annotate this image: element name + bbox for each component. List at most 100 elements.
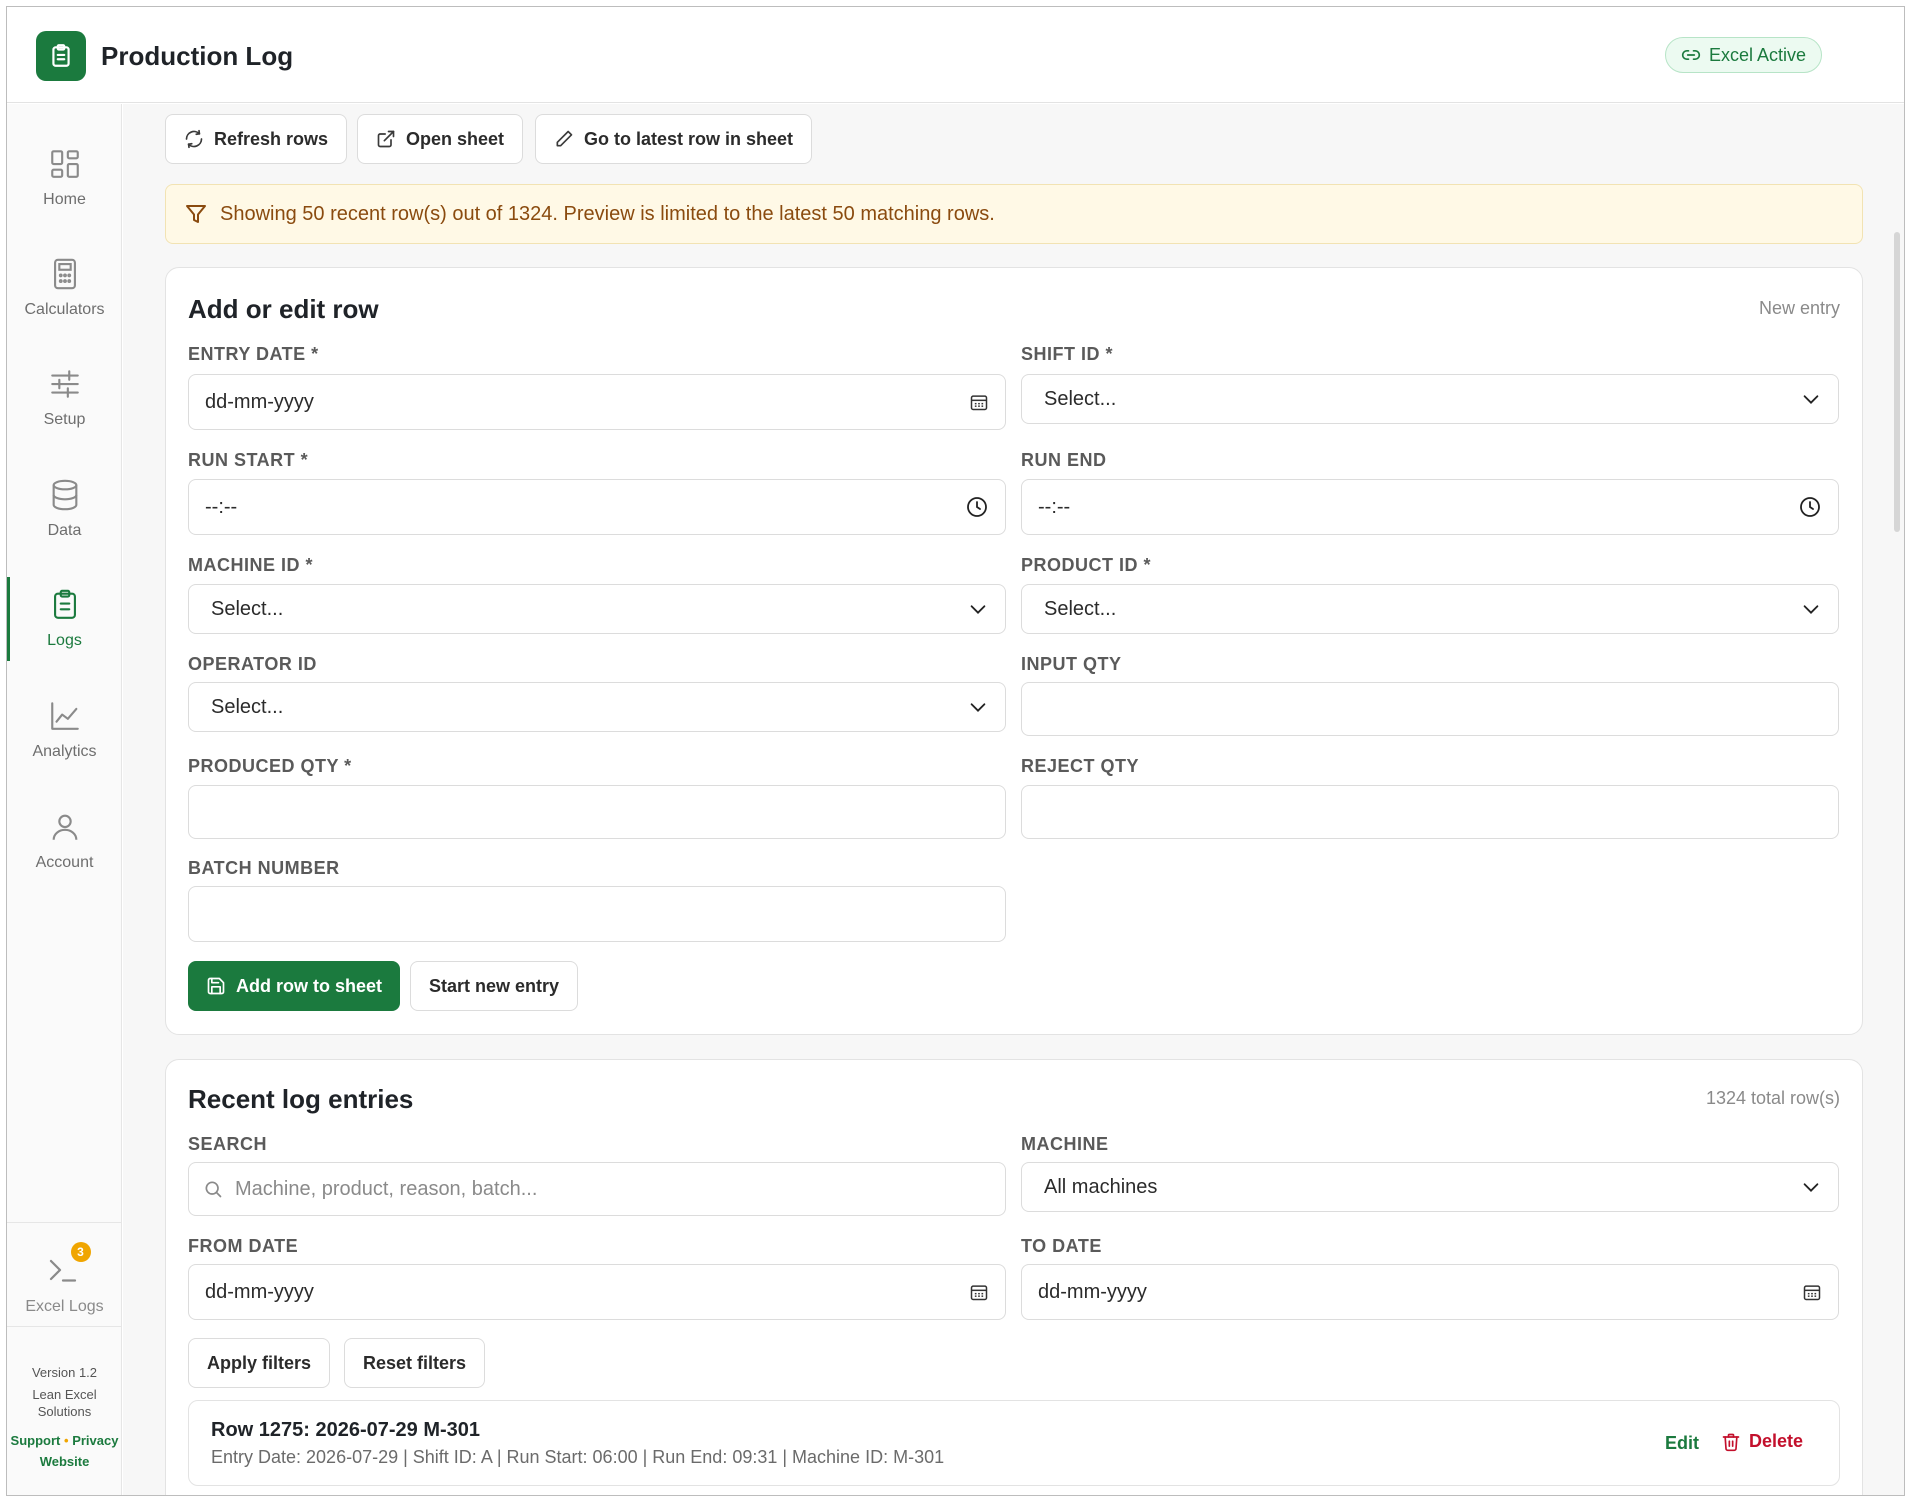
sidebar-item-label: Setup [43,411,86,428]
excel-logs-count-badge: 3 [70,1242,91,1262]
sidebar-item-account[interactable]: Account [7,791,122,891]
scrollbar[interactable] [1894,232,1900,532]
excel-status-label: Excel Active [1709,44,1807,65]
machine-id-select[interactable]: Select... [188,584,1006,634]
sidebar-item-logs[interactable]: Logs [7,569,122,669]
delete-row-label: Delete [1748,1431,1803,1451]
sidebar-item-label: Logs [47,632,82,649]
produced-qty-label: PRODUCED QTY * [188,756,352,776]
recent-total: 1324 total row(s) [1705,1088,1840,1108]
excel-status-badge[interactable]: Excel Active [1665,37,1823,73]
chevron-down-icon [970,703,986,712]
database-icon [52,479,77,511]
search-icon [205,1181,222,1198]
chevron-down-icon [970,605,986,614]
edit-row-button[interactable]: Edit [1665,1433,1699,1454]
search-label: SEARCH [188,1134,268,1154]
product-id-label: PRODUCT ID * [1021,555,1152,575]
support-link[interactable]: Support [11,1433,61,1448]
product-id-select[interactable]: Select... [1021,584,1839,634]
operator-id-label: OPERATOR ID [188,654,317,674]
chevron-down-icon [1803,605,1819,614]
sidebar-item-label: Account [35,854,94,871]
search-placeholder: Machine, product, reason, batch... [235,1177,538,1200]
add-row-label: Add row to sheet [236,975,383,996]
refresh-rows-button[interactable]: Refresh rows [165,114,348,164]
run-start-label: RUN START * [188,450,309,470]
app-window: Production Log Excel Active Home Calcula… [6,6,1905,1496]
entry-date-value: dd-mm-yyyy [205,390,314,413]
input-qty-label: INPUT QTY [1021,654,1122,674]
website-link[interactable]: Website [7,1453,122,1470]
sidebar-item-label: Analytics [32,743,97,760]
pencil-icon [556,130,573,147]
batch-number-input[interactable] [188,886,1006,942]
entry-date-input[interactable]: dd-mm-yyyy [188,374,1006,430]
entry-date-label: ENTRY DATE * [188,344,319,364]
apply-filters-button[interactable]: Apply filters [188,1338,331,1388]
search-input[interactable]: Machine, product, reason, batch... [188,1162,1006,1216]
run-end-input[interactable]: --:-- [1021,479,1839,535]
run-start-value: --:-- [205,495,238,518]
shift-id-select[interactable]: Select... [1021,374,1839,424]
log-entry-title: Row 1275: 2026-07-29 M-301 [211,1419,481,1441]
sliders-icon [50,370,79,398]
save-icon [207,977,225,995]
reset-filters-label: Reset filters [363,1352,467,1373]
sidebar-item-setup[interactable]: Setup [7,348,122,448]
open-sheet-label: Open sheet [406,128,505,149]
sidebar-item-calculators[interactable]: Calculators [7,238,122,338]
input-qty-input[interactable] [1021,682,1839,736]
machine-id-value: Select... [211,597,284,620]
start-new-entry-button[interactable]: Start new entry [410,961,579,1011]
machine-filter-value: All machines [1044,1175,1158,1198]
sidebar-item-home[interactable]: Home [7,128,122,228]
reject-qty-input[interactable] [1021,785,1839,839]
page-title: Production Log [101,41,294,71]
from-date-label: FROM DATE [188,1236,299,1256]
reset-filters-button[interactable]: Reset filters [344,1338,486,1388]
run-end-value: --:-- [1038,495,1071,518]
chart-line-icon [50,702,79,730]
sidebar: Home Calculators Setup Data Logs Analyti… [7,104,122,1495]
machine-id-label: MACHINE ID * [188,555,314,575]
produced-qty-input[interactable] [188,785,1006,839]
form-mode: New entry [1758,298,1840,318]
operator-id-value: Select... [211,695,284,718]
company-text: Lean Excel Solutions [32,1387,97,1419]
form-title: Add or edit row [188,294,379,324]
to-date-input[interactable]: dd-mm-yyyy [1021,1264,1839,1320]
machine-filter-label: MACHINE [1021,1134,1109,1154]
shift-id-value: Select... [1044,387,1117,410]
batch-number-label: BATCH NUMBER [188,858,340,878]
clipboard-icon [53,589,76,619]
run-start-input[interactable]: --:-- [188,479,1006,535]
machine-filter-select[interactable]: All machines [1021,1162,1839,1212]
calendar-icon [1803,1285,1821,1301]
app-logo [36,31,86,81]
log-entry-row[interactable]: Row 1275: 2026-07-29 M-301 Entry Date: 2… [188,1400,1840,1486]
add-edit-row-card: Add or edit row New entry ENTRY DATE * d… [165,267,1863,1035]
version-text: Version 1.2 [31,1365,98,1380]
sidebar-item-excel-logs[interactable]: 3 Excel Logs [7,1242,122,1316]
run-end-label: RUN END [1021,450,1107,470]
from-date-input[interactable]: dd-mm-yyyy [188,1264,1006,1320]
open-sheet-button[interactable]: Open sheet [357,114,524,164]
app-header: Production Log Excel Active [7,7,1904,103]
go-to-latest-row-button[interactable]: Go to latest row in sheet [535,114,813,164]
filter-icon [186,205,206,223]
add-row-button[interactable]: Add row to sheet [188,961,401,1011]
refresh-rows-label: Refresh rows [214,128,329,149]
calculator-icon [53,258,76,290]
chevron-down-icon [1803,1183,1819,1192]
to-date-label: TO DATE [1021,1236,1102,1256]
operator-id-select[interactable]: Select... [188,682,1006,732]
log-entry-details: Entry Date: 2026-07-29 | Shift ID: A | R… [211,1447,945,1467]
sidebar-item-label: Data [47,522,82,539]
chevron-down-icon [1803,395,1819,404]
delete-row-button[interactable]: Delete [1721,1431,1803,1452]
sidebar-item-data[interactable]: Data [7,459,122,559]
privacy-link[interactable]: Privacy [72,1433,118,1448]
user-icon [52,814,77,840]
sidebar-item-analytics[interactable]: Analytics [7,680,122,780]
